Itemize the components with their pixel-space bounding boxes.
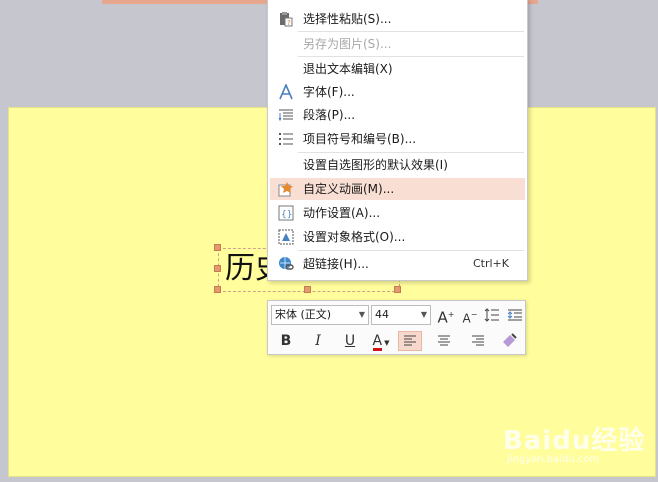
menu-separator	[298, 56, 524, 57]
menu-item-label: 段落(P)...	[303, 108, 356, 122]
paragraph-icon	[278, 109, 293, 122]
menu-item-paste-special[interactable]: ? 选择性粘贴(S)...	[270, 8, 525, 30]
paragraph-spacing-icon	[507, 309, 522, 321]
menu-item-label: 字体(F)...	[303, 85, 355, 99]
menu-item-custom-animation[interactable]: 自定义动画(M)...	[270, 178, 525, 200]
shrink-font-icon: A	[462, 311, 471, 326]
resize-handle-bottom-middle[interactable]	[304, 286, 311, 293]
grow-font-button[interactable]: A+	[434, 305, 458, 327]
resize-handle-bottom-left[interactable]	[214, 286, 221, 293]
shrink-font-button[interactable]: A−	[458, 305, 482, 326]
align-center-button[interactable]	[432, 331, 456, 351]
font-name-select[interactable]: 宋体 (正文) ▼	[271, 305, 369, 325]
font-color-button[interactable]: A ▼	[366, 331, 396, 351]
menu-item-label: 超链接(H)...	[303, 257, 369, 271]
menu-item-label: 选择性粘贴(S)...	[303, 12, 392, 26]
menu-item-hyperlink[interactable]: 超链接(H)... Ctrl+K	[270, 253, 525, 275]
resize-handle-bottom-right[interactable]	[394, 286, 401, 293]
font-size-value: 44	[375, 308, 389, 321]
menu-item-save-as-picture[interactable]: 另存为图片(S)...	[270, 33, 525, 55]
baidu-watermark: Baidu经验 jingyan.baidu.com	[503, 420, 653, 475]
menu-item-action-settings[interactable]: {} 动作设置(A)...	[270, 202, 525, 224]
align-left-icon	[404, 335, 416, 346]
menu-separator	[298, 152, 524, 153]
align-center-icon	[438, 335, 450, 346]
line-spacing-button[interactable]	[480, 305, 504, 325]
chevron-down-icon: ▼	[420, 310, 427, 319]
menu-item-label: 自定义动画(M)...	[303, 182, 395, 196]
menu-item-label: 设置对象格式(O)...	[303, 230, 406, 244]
grow-font-icon: A	[437, 308, 448, 327]
resize-handle-top-left[interactable]	[214, 244, 221, 251]
chevron-down-icon: ▼	[358, 310, 365, 319]
bold-button[interactable]: B	[274, 331, 298, 351]
align-left-button[interactable]	[398, 331, 422, 351]
menu-item-label: 动作设置(A)...	[303, 206, 381, 220]
custom-animation-icon	[278, 182, 293, 197]
line-spacing-icon	[484, 308, 499, 322]
menu-item-label: 项目符号和编号(B)...	[303, 132, 417, 146]
font-size-select[interactable]: 44 ▼	[371, 305, 431, 325]
align-right-icon	[472, 335, 484, 346]
menu-item-label: 退出文本编辑(X)	[303, 62, 393, 76]
underline-button[interactable]: U	[338, 331, 362, 351]
action-settings-icon: {}	[278, 205, 294, 221]
menu-separator	[298, 31, 524, 32]
paste-special-icon: ?	[280, 12, 293, 27]
mini-format-toolbar: 宋体 (正文) ▼ 44 ▼ A+ A− B I U A ▼	[267, 300, 526, 355]
hyperlink-icon	[279, 257, 294, 270]
menu-item-exit-text-edit[interactable]: 退出文本编辑(X)	[270, 58, 525, 80]
italic-button[interactable]: I	[306, 331, 330, 351]
watermark-logo: Baidu经验	[503, 426, 646, 456]
object-format-icon	[278, 229, 294, 245]
menu-item-label: 另存为图片(S)...	[303, 37, 392, 51]
font-color-icon: A	[372, 333, 383, 351]
menu-item-font[interactable]: 字体(F)...	[270, 81, 525, 103]
svg-text:?: ?	[287, 19, 291, 27]
context-menu: ? 选择性粘贴(S)... 另存为图片(S)... 退出文本编辑(X) 字体(F…	[267, 0, 528, 281]
format-painter-icon	[503, 333, 517, 347]
menu-item-shortcut: Ctrl+K	[472, 257, 509, 270]
resize-handle-middle-left[interactable]	[214, 265, 221, 272]
menu-item-object-format[interactable]: 设置对象格式(O)...	[270, 226, 525, 248]
menu-item-default-shape-effect[interactable]: 设置自选图形的默认效果(I)	[270, 154, 525, 176]
menu-item-label: 设置自选图形的默认效果(I)	[303, 158, 448, 172]
font-icon	[279, 84, 293, 100]
menu-item-paragraph[interactable]: 段落(P)...	[270, 104, 525, 126]
menu-item-bullets-numbering[interactable]: 项目符号和编号(B)...	[270, 128, 525, 150]
menu-separator	[298, 250, 524, 251]
align-right-button[interactable]	[466, 331, 490, 351]
watermark-url: jingyan.baidu.com	[507, 454, 600, 465]
svg-text:{}: {}	[281, 210, 292, 220]
format-painter-button[interactable]	[497, 331, 521, 351]
font-name-value: 宋体 (正文)	[275, 308, 332, 321]
paragraph-spacing-button[interactable]	[503, 305, 527, 325]
bullets-icon	[279, 133, 293, 145]
